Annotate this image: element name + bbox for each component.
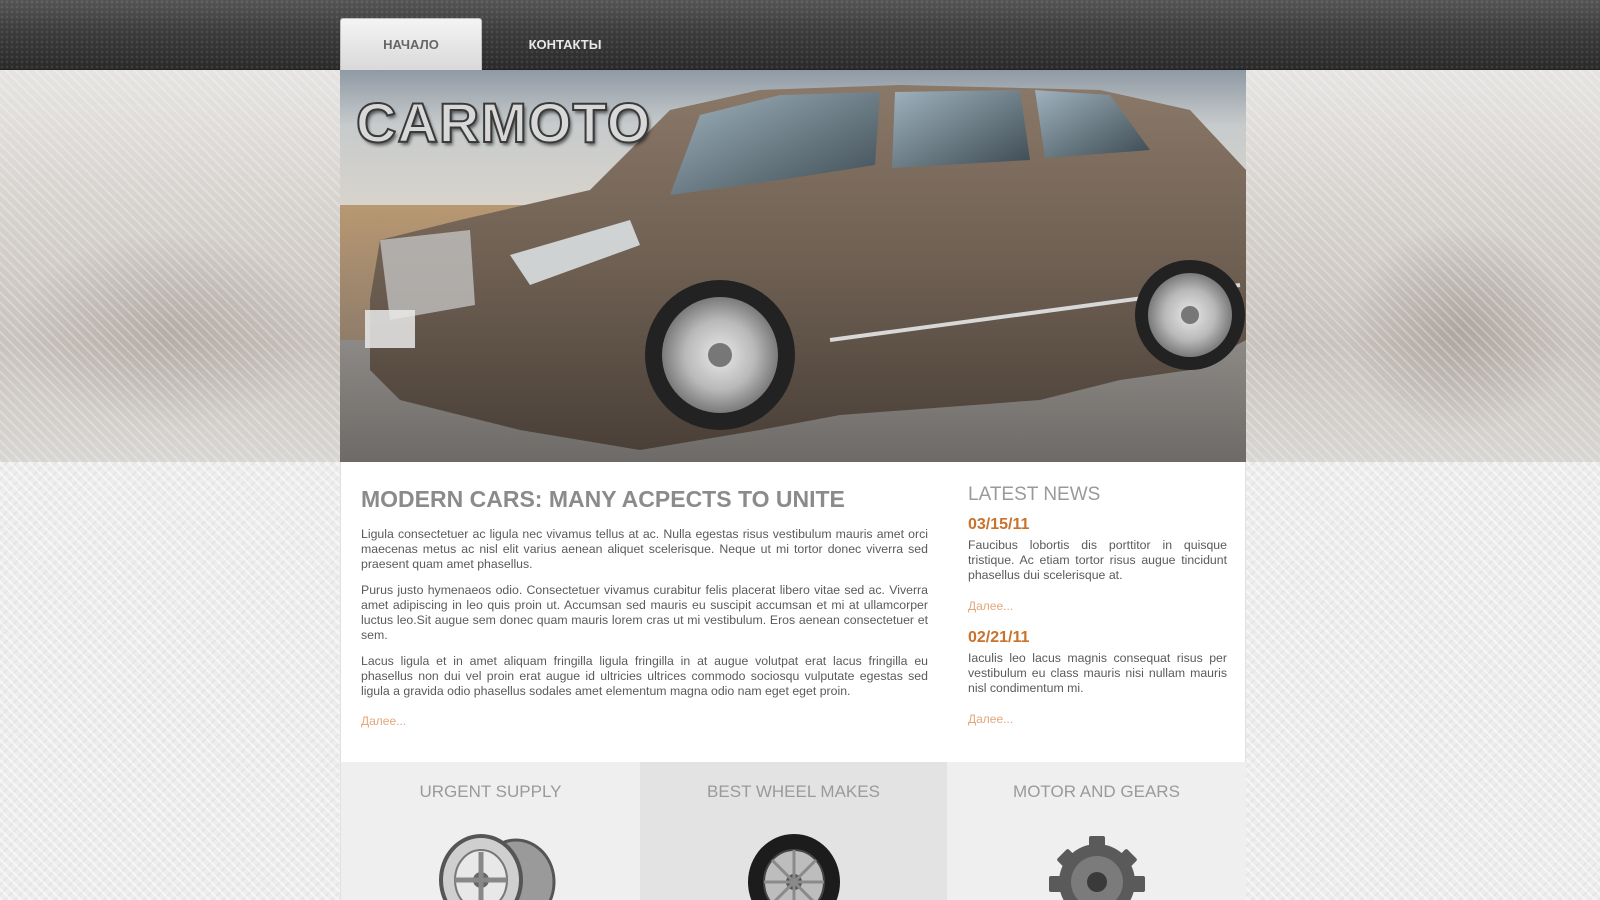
site-logo[interactable]: CARMOTO [355, 90, 651, 155]
nav-item-home[interactable]: НАЧАЛО [340, 18, 482, 70]
main-nav: НАЧАЛО КОНТАКТЫ [340, 18, 648, 70]
news-text: Iaculis leo lacus magnis consequat risus… [968, 651, 1227, 695]
top-nav-bar: НАЧАЛО КОНТАКТЫ [0, 0, 1600, 70]
feature-motor-and-gears[interactable]: MOTOR AND GEARS [946, 762, 1246, 900]
gear-icon [1048, 836, 1145, 900]
news-more-link[interactable]: Далее... [968, 599, 1013, 613]
article-paragraph: Ligula consectetuer ac ligula nec vivamu… [361, 527, 928, 571]
news-heading: LATEST NEWS [968, 484, 1101, 505]
article-paragraph: Lacus ligula et in amet aliquam fringill… [361, 654, 928, 698]
article-more-link[interactable]: Далее... [361, 714, 406, 728]
news-item: 03/15/11 Faucibus lobortis dis porttitor… [968, 516, 1227, 615]
hero-banner: CARMOTO [340, 70, 1246, 462]
article-title: MODERN CARS: MANY ACPECTS TO UNITE [361, 486, 845, 512]
news-date: 02/21/11 [968, 629, 1030, 646]
news-more-link[interactable]: Далее... [968, 712, 1013, 726]
feature-title: BEST WHEEL MAKES [707, 782, 880, 801]
nav-item-contacts[interactable]: КОНТАКТЫ [482, 18, 648, 70]
features-row: URGENT SUPPLY BEST WHEEL MAKES MOTOR AND… [340, 762, 1246, 900]
feature-urgent-supply[interactable]: URGENT SUPPLY [340, 762, 640, 900]
feature-title: URGENT SUPPLY [419, 782, 562, 801]
article-paragraph: Purus justo hymenaeos odio. Consectetuer… [361, 583, 928, 642]
alloy-rims-icon [438, 834, 555, 900]
content-panel: MODERN CARS: MANY ACPECTS TO UNITE Ligul… [340, 462, 1246, 762]
news-date: 03/15/11 [968, 516, 1030, 533]
article: MODERN CARS: MANY ACPECTS TO UNITE Ligul… [361, 486, 928, 730]
feature-best-wheel-makes[interactable]: BEST WHEEL MAKES [640, 762, 946, 900]
news-sidebar: LATEST NEWS 03/15/11 Faucibus lobortis d… [968, 484, 1227, 742]
news-text: Faucibus lobortis dis porttitor in quisq… [968, 538, 1227, 582]
feature-title: MOTOR AND GEARS [1013, 782, 1180, 801]
news-item: 02/21/11 Iaculis leo lacus magnis conseq… [968, 629, 1227, 728]
tire-icon [747, 834, 840, 900]
